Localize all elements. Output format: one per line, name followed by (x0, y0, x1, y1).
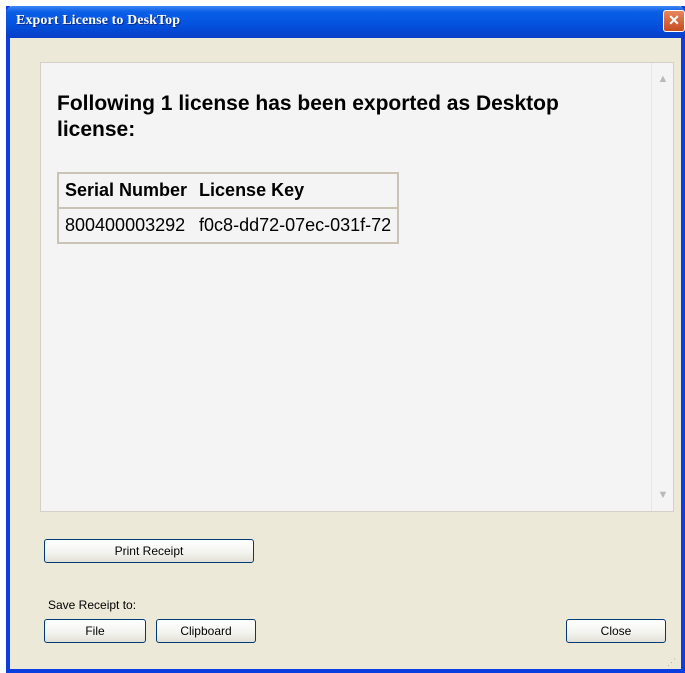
column-header-serial: Serial Number (58, 172, 194, 209)
table-row: 800400003292 f0c8-dd72-07ec-031f-72 (58, 207, 399, 244)
close-icon[interactable]: ✕ (663, 10, 685, 32)
close-button[interactable]: Close (566, 619, 666, 643)
chevron-up-icon[interactable]: ▲ (655, 71, 671, 87)
table-header-row: Serial Number License Key (58, 172, 399, 209)
title-bar[interactable]: Export License to DeskTop ✕ (6, 6, 685, 38)
receipt-panel: Following 1 license has been exported as… (40, 62, 674, 512)
license-key-cell: f0c8-dd72-07ec-031f-72 (193, 207, 399, 244)
vertical-scrollbar[interactable]: ▲ ▼ (651, 63, 673, 511)
receipt-heading: Following 1 license has been exported as… (57, 92, 559, 141)
save-to-clipboard-button[interactable]: Clipboard (156, 619, 256, 643)
window-title: Export License to DeskTop (16, 13, 181, 28)
save-to-file-button[interactable]: File (44, 619, 146, 643)
chevron-down-icon[interactable]: ▼ (655, 487, 671, 503)
column-header-license-key: License Key (193, 172, 399, 209)
resize-grip-icon[interactable]: ⋰ (667, 657, 677, 667)
license-table: Serial Number License Key 800400003292 f… (57, 172, 400, 244)
save-receipt-label: Save Receipt to: (48, 598, 137, 612)
dialog-window: Export License to DeskTop ✕ Following 1 … (6, 6, 685, 673)
serial-number-cell: 800400003292 (58, 207, 194, 244)
print-receipt-button[interactable]: Print Receipt (44, 539, 254, 563)
